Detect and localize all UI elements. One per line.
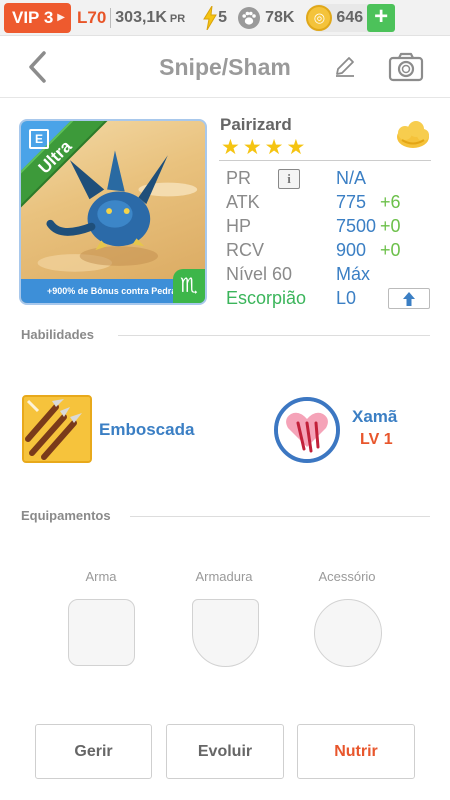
player-level: L70 — [76, 7, 107, 27]
divider — [130, 516, 430, 517]
zodiac-label: Escorpião — [226, 288, 307, 308]
feed-button[interactable]: Nutrir — [297, 724, 415, 779]
energy-value: 5 — [218, 8, 228, 26]
leader-skill-icon[interactable] — [274, 397, 340, 463]
leader-skill-name[interactable]: Xamã — [352, 407, 397, 427]
section-title-skills: Habilidades — [21, 327, 94, 342]
coin-icon: ◎ — [306, 4, 333, 31]
stat-bonus: +0 — [380, 216, 401, 236]
accessory-slot[interactable] — [314, 599, 382, 667]
stat-row-hp: HP 7500 +0 — [226, 216, 436, 240]
stat-row-atk: ATK 775 +6 — [226, 192, 436, 216]
paw-icon — [238, 6, 261, 29]
power-value: 303,1K — [115, 8, 167, 26]
evolve-button[interactable]: Evoluir — [166, 724, 284, 779]
section-title-equipment: Equipamentos — [21, 508, 111, 523]
power-rating: 303,1K PR — [115, 9, 185, 27]
star-icon: ★ — [286, 136, 306, 159]
heart-claw-icon — [278, 401, 336, 459]
add-coins-button[interactable]: + — [367, 3, 396, 32]
stat-label: ATK — [226, 192, 260, 212]
stat-label: Nível 60 — [226, 264, 293, 284]
stat-row-sign: Escorpião L0 — [226, 288, 436, 312]
camera-icon[interactable] — [388, 52, 424, 82]
info-icon[interactable]: i — [278, 169, 300, 189]
divider — [118, 335, 430, 336]
vip-badge[interactable]: VIP 3 ▶ — [4, 2, 71, 33]
divider — [219, 160, 431, 161]
divider — [110, 7, 112, 28]
leader-skill-level: LV 1 — [360, 431, 393, 448]
star-rating: ★ ★ ★ ★ — [221, 137, 305, 159]
stat-value: N/A — [336, 168, 367, 188]
paw-counter[interactable]: 78K — [237, 6, 294, 30]
upgrade-button[interactable] — [388, 288, 430, 309]
lightning-icon — [203, 5, 218, 30]
weapon-label: Arma — [85, 569, 117, 584]
star-icon: ★ — [264, 136, 284, 159]
coin-value: 646 — [336, 8, 364, 26]
zodiac-level: L0 — [336, 288, 357, 308]
stat-row-level: Nível 60 Máx — [226, 264, 436, 288]
star-icon: ★ — [221, 136, 240, 159]
element-icon[interactable] — [394, 120, 432, 150]
active-skill-name[interactable]: Emboscada — [99, 420, 194, 440]
stats-table: PR i N/A ATK 775 +6 HP 7500 +0 RCV 900 +… — [226, 168, 436, 312]
page-header: Snipe/Sham — [0, 36, 450, 98]
accessory-label: Acessório — [318, 569, 376, 584]
stat-value: Máx — [336, 264, 371, 284]
stat-value: 7500 — [336, 216, 377, 236]
status-bar: VIP 3 ▶ L70 303,1K PR 5 78K ◎ 646 + — [0, 0, 450, 36]
coin-counter[interactable]: ◎ 646 + — [306, 3, 396, 32]
manage-button[interactable]: Gerir — [35, 724, 152, 779]
active-skill-icon[interactable] — [22, 395, 92, 463]
stat-value: 900 — [336, 240, 367, 260]
edit-icon[interactable] — [334, 56, 356, 78]
evolution-icon: E — [29, 129, 49, 149]
stat-row-pr: PR i N/A — [226, 168, 436, 192]
star-icon: ★ — [242, 136, 262, 159]
ambush-icon — [24, 397, 90, 461]
stat-bonus: +0 — [380, 240, 401, 260]
stat-row-rcv: RCV 900 +0 — [226, 240, 436, 264]
power-unit: PR — [169, 12, 186, 25]
armor-label: Armadura — [195, 569, 253, 584]
monster-name: Pairizard — [220, 115, 292, 134]
stat-label: PR — [226, 168, 252, 188]
stat-label: RCV — [226, 240, 265, 260]
stat-bonus: +6 — [380, 192, 401, 212]
paw-value: 78K — [265, 8, 295, 26]
stat-label: HP — [226, 216, 252, 236]
vip-label: VIP 3 — [12, 7, 54, 27]
page-title: Snipe/Sham — [159, 54, 291, 80]
energy-counter[interactable]: 5 — [203, 5, 228, 30]
scorpio-icon: ♏ — [173, 269, 205, 303]
armor-slot[interactable] — [192, 599, 259, 667]
arrow-up-icon — [403, 291, 415, 306]
chevron-right-icon: ▶ — [57, 11, 65, 23]
weapon-slot[interactable] — [68, 599, 135, 666]
stat-value: 775 — [336, 192, 367, 212]
monster-card[interactable]: Ultra E +900% de Bônus contra Pedra ♏ — [19, 119, 207, 305]
